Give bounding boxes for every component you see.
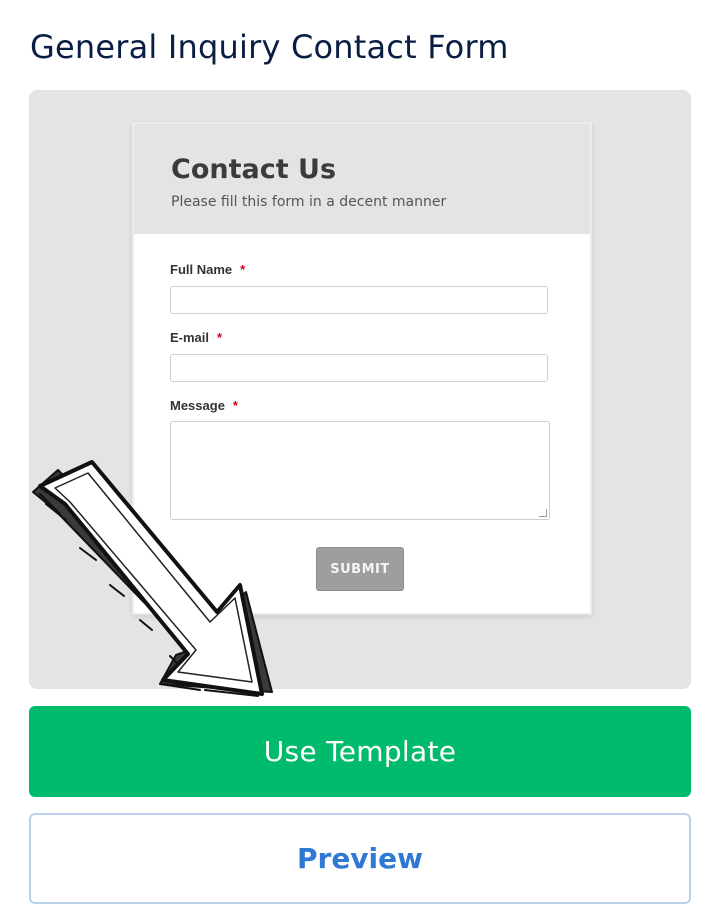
use-template-button[interactable]: Use Template: [29, 706, 691, 797]
preview-button[interactable]: Preview: [29, 813, 691, 904]
